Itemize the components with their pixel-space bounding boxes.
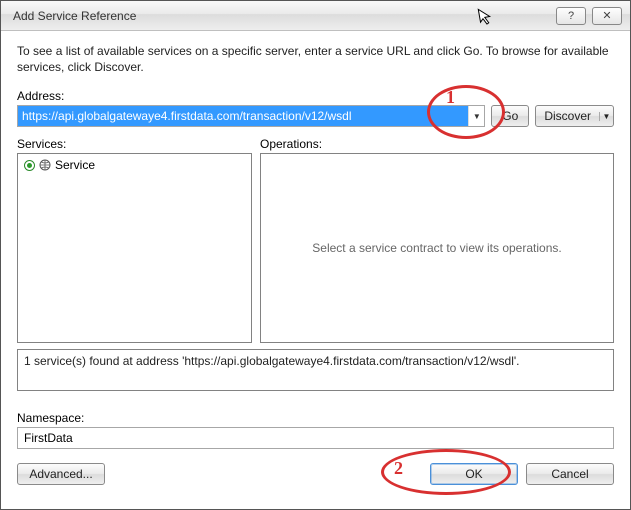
discover-dropdown-icon[interactable]: ▼ bbox=[599, 112, 613, 121]
service-selected-icon bbox=[24, 160, 35, 171]
status-box: 1 service(s) found at address 'https://a… bbox=[17, 349, 614, 391]
address-dropdown-icon[interactable]: ▼ bbox=[468, 106, 484, 126]
discover-button[interactable]: Discover ▼ bbox=[535, 105, 614, 127]
services-tree[interactable]: Service bbox=[17, 153, 252, 343]
address-input[interactable]: https://api.globalgatewaye4.firstdata.co… bbox=[18, 106, 468, 126]
dialog-content: To see a list of available services on a… bbox=[1, 31, 630, 497]
close-icon: ✕ bbox=[602, 9, 611, 22]
help-button[interactable]: ? bbox=[556, 7, 586, 25]
window-title: Add Service Reference bbox=[13, 9, 556, 23]
cancel-button[interactable]: Cancel bbox=[526, 463, 614, 485]
go-button-label: Go bbox=[502, 109, 518, 123]
namespace-label: Namespace: bbox=[17, 411, 614, 425]
close-button[interactable]: ✕ bbox=[592, 7, 622, 25]
operations-list[interactable]: Select a service contract to view its op… bbox=[260, 153, 614, 343]
operations-placeholder: Select a service contract to view its op… bbox=[261, 154, 613, 342]
operations-label: Operations: bbox=[260, 137, 614, 151]
cancel-button-label: Cancel bbox=[551, 467, 588, 481]
namespace-input[interactable] bbox=[17, 427, 614, 449]
advanced-button[interactable]: Advanced... bbox=[17, 463, 105, 485]
service-item[interactable]: Service bbox=[18, 154, 251, 176]
titlebar: Add Service Reference ? ✕ bbox=[1, 1, 630, 31]
service-item-label: Service bbox=[55, 158, 95, 172]
status-text: 1 service(s) found at address 'https://a… bbox=[24, 354, 520, 368]
services-label: Services: bbox=[17, 137, 252, 151]
ok-button[interactable]: OK bbox=[430, 463, 518, 485]
discover-button-label: Discover bbox=[536, 109, 599, 123]
ok-button-label: OK bbox=[465, 467, 482, 481]
address-combo[interactable]: https://api.globalgatewaye4.firstdata.co… bbox=[17, 105, 485, 127]
help-icon: ? bbox=[568, 10, 574, 22]
advanced-button-label: Advanced... bbox=[29, 467, 92, 481]
address-label: Address: bbox=[17, 89, 614, 103]
go-button[interactable]: Go bbox=[491, 105, 529, 127]
instructions-text: To see a list of available services on a… bbox=[17, 43, 614, 75]
globe-icon bbox=[39, 159, 51, 171]
